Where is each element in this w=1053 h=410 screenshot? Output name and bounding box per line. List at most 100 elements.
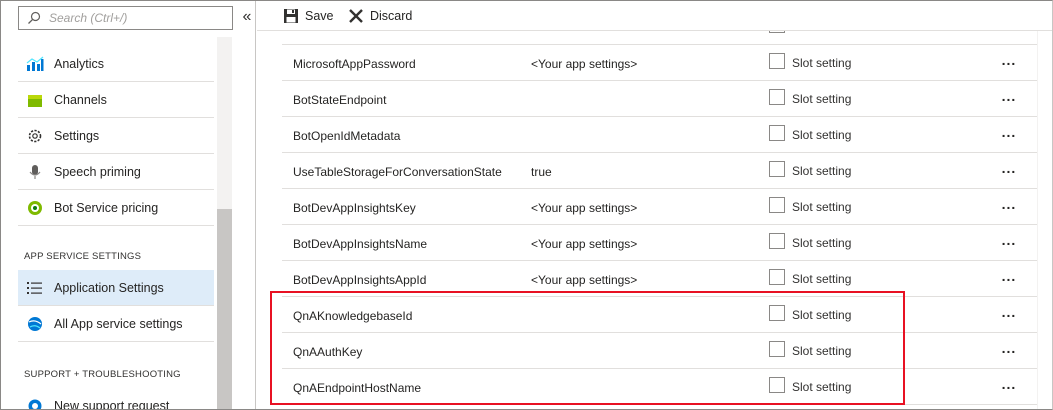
sidebar-item-new-support-request[interactable]: New support request bbox=[18, 388, 214, 409]
search-box[interactable] bbox=[18, 6, 233, 30]
setting-name[interactable]: BotDevAppInsightsKey bbox=[293, 201, 416, 215]
table-row: BotDevAppInsightsAppId <Your app setting… bbox=[282, 261, 1037, 297]
slot-setting-label: Slot setting bbox=[792, 164, 852, 178]
pricing-icon bbox=[28, 201, 42, 215]
sidebar-item-application-settings[interactable]: Application Settings bbox=[18, 270, 214, 306]
setting-name[interactable]: BotDevAppInsightsAppId bbox=[293, 273, 426, 287]
app-settings-table: ... MicrosoftAppPassword <Your app setti… bbox=[282, 31, 1037, 409]
sidebar-scrollbar[interactable] bbox=[217, 37, 232, 409]
table-row: ... bbox=[282, 31, 1037, 45]
slot-setting-label: Slot setting bbox=[792, 344, 852, 358]
more-options-button[interactable]: ... bbox=[996, 158, 1022, 178]
table-row: MicrosoftAppPassword <Your app settings>… bbox=[282, 45, 1037, 81]
search-row: « bbox=[1, 1, 255, 37]
main-panel: Save Discard ... MicrosoftAppPassword <Y… bbox=[257, 1, 1052, 409]
slot-setting-label: Slot setting bbox=[792, 308, 852, 322]
more-options-button[interactable]: ... bbox=[996, 50, 1022, 70]
setting-value[interactable]: true bbox=[531, 165, 552, 179]
more-options-button[interactable]: ... bbox=[996, 266, 1022, 286]
table-row: BotStateEndpoint Slot setting ... bbox=[282, 81, 1037, 117]
more-options-button[interactable]: ... bbox=[996, 302, 1022, 322]
more-options-button[interactable]: ... bbox=[996, 230, 1022, 250]
table-row: QnAAuthKey Slot setting ... bbox=[282, 333, 1037, 369]
support-icon bbox=[28, 399, 42, 409]
sidebar-item-all-app-service-settings[interactable]: All App service settings bbox=[18, 306, 214, 342]
setting-name[interactable]: BotDevAppInsightsName bbox=[293, 237, 427, 251]
slot-setting-checkbox[interactable] bbox=[769, 305, 785, 321]
sidebar-item-label: Application Settings bbox=[54, 280, 164, 295]
sidebar-item-label: Analytics bbox=[54, 56, 105, 71]
sidebar-item-channels[interactable]: Channels bbox=[18, 82, 214, 118]
setting-name[interactable]: BotStateEndpoint bbox=[293, 93, 386, 107]
toolbar: Save Discard bbox=[257, 1, 1052, 31]
slot-setting-checkbox[interactable] bbox=[769, 377, 785, 393]
more-options-button[interactable]: ... bbox=[996, 374, 1022, 394]
discard-button[interactable]: Discard bbox=[348, 6, 412, 26]
save-label: Save bbox=[305, 9, 334, 23]
app-service-list: Application Settings All App service set… bbox=[18, 270, 214, 342]
slot-setting-checkbox[interactable] bbox=[769, 341, 785, 357]
search-input[interactable] bbox=[49, 9, 229, 27]
app-service-icon bbox=[28, 317, 42, 331]
slot-setting-checkbox[interactable] bbox=[769, 197, 785, 213]
setting-value[interactable]: <Your app settings> bbox=[531, 57, 637, 71]
more-options-button[interactable]: ... bbox=[996, 86, 1022, 106]
support-list: New support request bbox=[18, 388, 214, 409]
slot-setting-label: Slot setting bbox=[792, 236, 852, 250]
slot-setting-checkbox[interactable] bbox=[769, 31, 785, 33]
sidebar-item-speech-priming[interactable]: Speech priming bbox=[18, 154, 214, 190]
sidebar: « Analytics Channels Settin bbox=[1, 1, 256, 409]
setting-value[interactable]: <Your app settings> bbox=[531, 201, 637, 215]
setting-name[interactable]: MicrosoftAppPassword bbox=[293, 57, 416, 71]
collapse-sidebar-button[interactable]: « bbox=[240, 7, 254, 27]
list-icon bbox=[27, 282, 42, 294]
sidebar-item-label: All App service settings bbox=[54, 316, 183, 331]
sidebar-item-bot-service-pricing[interactable]: Bot Service pricing bbox=[18, 190, 214, 226]
slot-setting-checkbox[interactable] bbox=[769, 53, 785, 69]
analytics-icon bbox=[26, 56, 44, 71]
sidebar-item-label: Settings bbox=[54, 128, 100, 143]
setting-name[interactable]: UseTableStorageForConversationState bbox=[293, 165, 502, 179]
more-options-button[interactable]: ... bbox=[996, 338, 1022, 358]
sidebar-item-analytics[interactable]: Analytics bbox=[18, 46, 214, 82]
section-header-support: SUPPORT + TROUBLESHOOTING bbox=[24, 369, 181, 380]
close-icon bbox=[349, 9, 363, 23]
setting-name[interactable]: QnAEndpointHostName bbox=[293, 381, 421, 395]
sidebar-item-label: Bot Service pricing bbox=[54, 200, 159, 215]
setting-name[interactable]: BotOpenIdMetadata bbox=[293, 129, 400, 143]
discard-label: Discard bbox=[370, 9, 413, 23]
slot-setting-checkbox[interactable] bbox=[769, 233, 785, 249]
sidebar-item-label: Channels bbox=[54, 92, 107, 107]
table-row: BotDevAppInsightsKey <Your app settings>… bbox=[282, 189, 1037, 225]
slot-setting-checkbox[interactable] bbox=[769, 89, 785, 105]
sidebar-item-settings[interactable]: Settings bbox=[18, 118, 214, 154]
setting-name[interactable]: QnAKnowledgebaseId bbox=[293, 309, 412, 323]
more-options-button[interactable]: ... bbox=[996, 31, 1022, 34]
slot-setting-label: Slot setting bbox=[792, 92, 852, 106]
save-button[interactable]: Save bbox=[283, 6, 334, 26]
setting-value[interactable]: <Your app settings> bbox=[531, 273, 637, 287]
microphone-icon bbox=[29, 165, 41, 179]
setting-value[interactable]: <Your app settings> bbox=[531, 237, 637, 251]
nav-list: Analytics Channels Settings Speech primi… bbox=[18, 46, 214, 226]
table-row: QnAKnowledgebaseId Slot setting ... bbox=[282, 297, 1037, 333]
setting-name[interactable]: QnAAuthKey bbox=[293, 345, 362, 359]
table-row: QnAEndpointHostName Slot setting ... bbox=[282, 369, 1037, 405]
table-row: BotOpenIdMetadata Slot setting ... bbox=[282, 117, 1037, 153]
slot-setting-label: Slot setting bbox=[792, 56, 852, 70]
slot-setting-label: Slot setting bbox=[792, 272, 852, 286]
slot-setting-label: Slot setting bbox=[792, 200, 852, 214]
more-options-button[interactable]: ... bbox=[996, 194, 1022, 214]
sidebar-item-label: Speech priming bbox=[54, 164, 141, 179]
slot-setting-checkbox[interactable] bbox=[769, 125, 785, 141]
more-options-button[interactable]: ... bbox=[996, 122, 1022, 142]
sidebar-item-label: New support request bbox=[54, 398, 170, 410]
slot-setting-checkbox[interactable] bbox=[769, 161, 785, 177]
section-header-app-service: APP SERVICE SETTINGS bbox=[24, 251, 142, 262]
slot-setting-label: Slot setting bbox=[792, 128, 852, 142]
sidebar-scrollbar-thumb[interactable] bbox=[217, 209, 232, 409]
main-scrollbar[interactable] bbox=[1037, 31, 1052, 409]
slot-setting-checkbox[interactable] bbox=[769, 269, 785, 285]
save-icon bbox=[284, 9, 298, 23]
slot-setting-label: Slot setting bbox=[792, 380, 852, 394]
